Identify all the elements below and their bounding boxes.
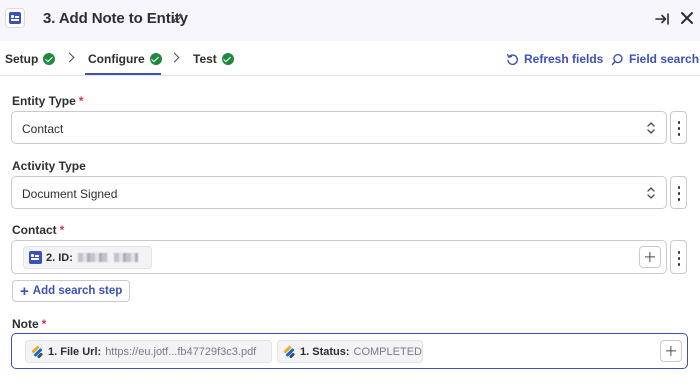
close-icon[interactable] [680,11,694,25]
tab-setup-label: Setup [5,52,39,66]
add-search-step-label: Add search step [32,285,123,297]
note-input[interactable]: 1. File Url: https://eu.jotf...fb47729f3… [11,333,688,369]
jotform-icon [31,345,44,359]
entity-type-value: Contact [22,122,64,136]
field-search-button[interactable]: Field search [611,52,699,66]
activity-type-options-icon[interactable] [670,176,687,209]
app-icon [5,8,25,28]
search-icon [611,53,623,65]
activity-type-value: Document Signed [22,187,118,201]
entity-type-select[interactable]: Contact [11,111,667,144]
refresh-fields-button[interactable]: Refresh fields [506,52,603,66]
activity-type-label: Activity Type [12,159,86,173]
chevron-right-icon [64,52,75,63]
refresh-fields-label: Refresh fields [524,52,604,66]
pill-key: 1. File Url: [48,345,102,358]
refresh-icon [506,53,518,65]
insert-data-button[interactable] [660,340,682,362]
step-header: 3. Add Note to Entity [0,0,700,41]
pill-key: 2. ID: [46,251,73,264]
plus-icon: + [20,282,29,300]
activity-type-select[interactable]: Document Signed [11,176,667,209]
contact-options-icon[interactable] [670,240,687,274]
field-search-label: Field search [629,52,700,66]
check-circle-icon [221,53,234,65]
entity-type-options-icon[interactable] [670,111,687,144]
app-icon [29,251,42,264]
insert-data-button[interactable] [639,246,661,268]
jotform-icon [283,345,296,359]
status-pill[interactable]: 1. Status: COMPLETED [277,340,423,363]
redacted-value [113,253,138,262]
tab-test-label: Test [193,52,217,66]
chevron-updown-icon [647,122,655,134]
contact-input[interactable]: 2. ID: [11,240,667,274]
pill-value: COMPLETED [353,345,422,358]
tab-setup[interactable]: Setup [5,52,56,66]
contact-id-pill[interactable]: 2. ID: [23,246,152,269]
check-circle-icon [149,53,162,65]
step-tabs: Setup Configure Test Refresh fields Fiel… [0,41,700,76]
note-label: Note * [12,317,47,331]
step-title: 3. Add Note to Entity [43,10,188,27]
add-search-step-button[interactable]: + Add search step [12,280,131,302]
entity-type-label: Entity Type * [12,94,84,108]
active-tab-indicator [85,73,161,75]
file-url-pill[interactable]: 1. File Url: https://eu.jotf...fb47729f3… [25,340,272,363]
pill-key: 1. Status: [300,345,350,358]
redacted-value [77,253,108,262]
chevron-right-icon [169,52,180,63]
check-circle-icon [43,53,56,65]
chevron-updown-icon [647,187,655,199]
contact-label: Contact * [12,223,65,237]
edit-pencil-icon[interactable] [172,12,184,24]
tab-configure-label: Configure [88,52,145,66]
tab-test[interactable]: Test [193,52,234,66]
pill-value: https://eu.jotf...fb47729f3c3.pdf [105,345,257,358]
collapse-panel-icon[interactable] [654,11,670,27]
tab-configure[interactable]: Configure [88,52,162,66]
